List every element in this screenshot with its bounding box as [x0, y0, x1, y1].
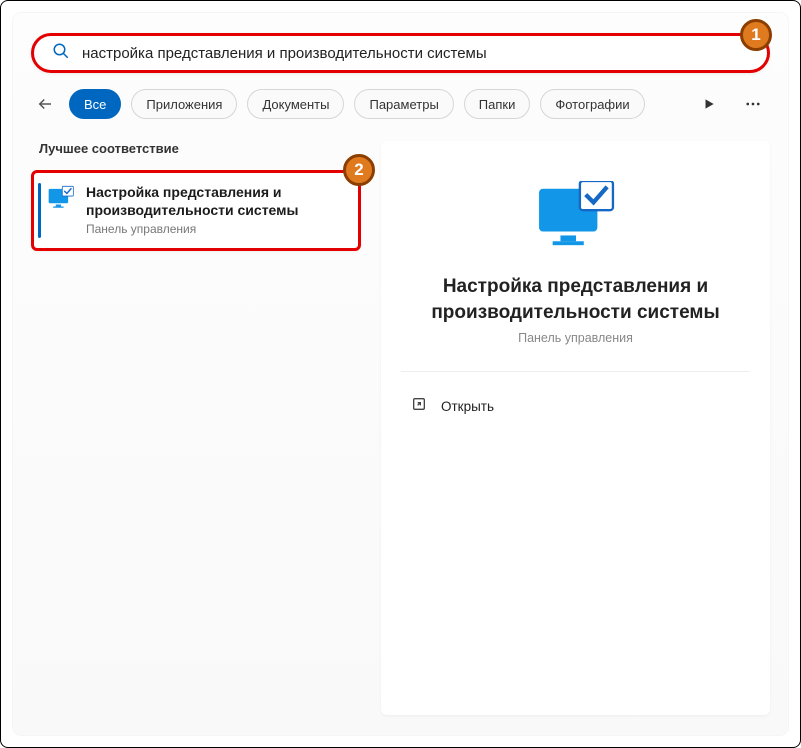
result-title: Настройка представления и производительн… [86, 183, 344, 219]
filter-chip-all[interactable]: Все [69, 89, 121, 119]
search-input[interactable] [82, 45, 749, 62]
back-button[interactable] [31, 90, 59, 118]
pane-title: Настройка представления и производительн… [401, 274, 750, 325]
play-button[interactable] [692, 89, 726, 119]
filter-row: Все Приложения Документы Параметры Папки… [31, 89, 770, 119]
open-icon [411, 396, 427, 417]
main-columns: Лучшее соответствие Настрой [31, 141, 770, 715]
search-result-item[interactable]: Настройка представления и производительн… [31, 170, 361, 251]
annotation-badge-1: 1 [740, 19, 772, 51]
pane-subtitle: Панель управления [518, 331, 633, 345]
search-bar-wrap: 1 [31, 33, 770, 73]
filter-chip-apps[interactable]: Приложения [131, 89, 237, 119]
more-button[interactable] [736, 89, 770, 119]
result-subtitle: Панель управления [86, 222, 344, 236]
open-action[interactable]: Открыть [401, 390, 750, 423]
open-label: Открыть [441, 399, 494, 414]
best-match-label: Лучшее соответствие [31, 141, 361, 156]
monitor-check-icon [48, 185, 74, 211]
filter-chip-photos[interactable]: Фотографии [540, 89, 644, 119]
filter-chip-documents[interactable]: Документы [247, 89, 344, 119]
search-bar[interactable] [31, 33, 770, 73]
filter-chip-settings[interactable]: Параметры [354, 89, 453, 119]
results-column: Лучшее соответствие Настрой [31, 141, 361, 715]
search-icon [52, 42, 70, 65]
preview-pane: Настройка представления и производительн… [381, 141, 770, 715]
search-window: 1 Все Приложения Документы Параметры Пап… [13, 13, 788, 735]
divider [401, 371, 750, 372]
result-text: Настройка представления и производительн… [86, 183, 344, 236]
annotation-badge-2: 2 [343, 154, 375, 186]
monitor-check-icon-large [537, 181, 615, 256]
filter-chip-folders[interactable]: Папки [464, 89, 531, 119]
selection-accent [38, 183, 41, 238]
